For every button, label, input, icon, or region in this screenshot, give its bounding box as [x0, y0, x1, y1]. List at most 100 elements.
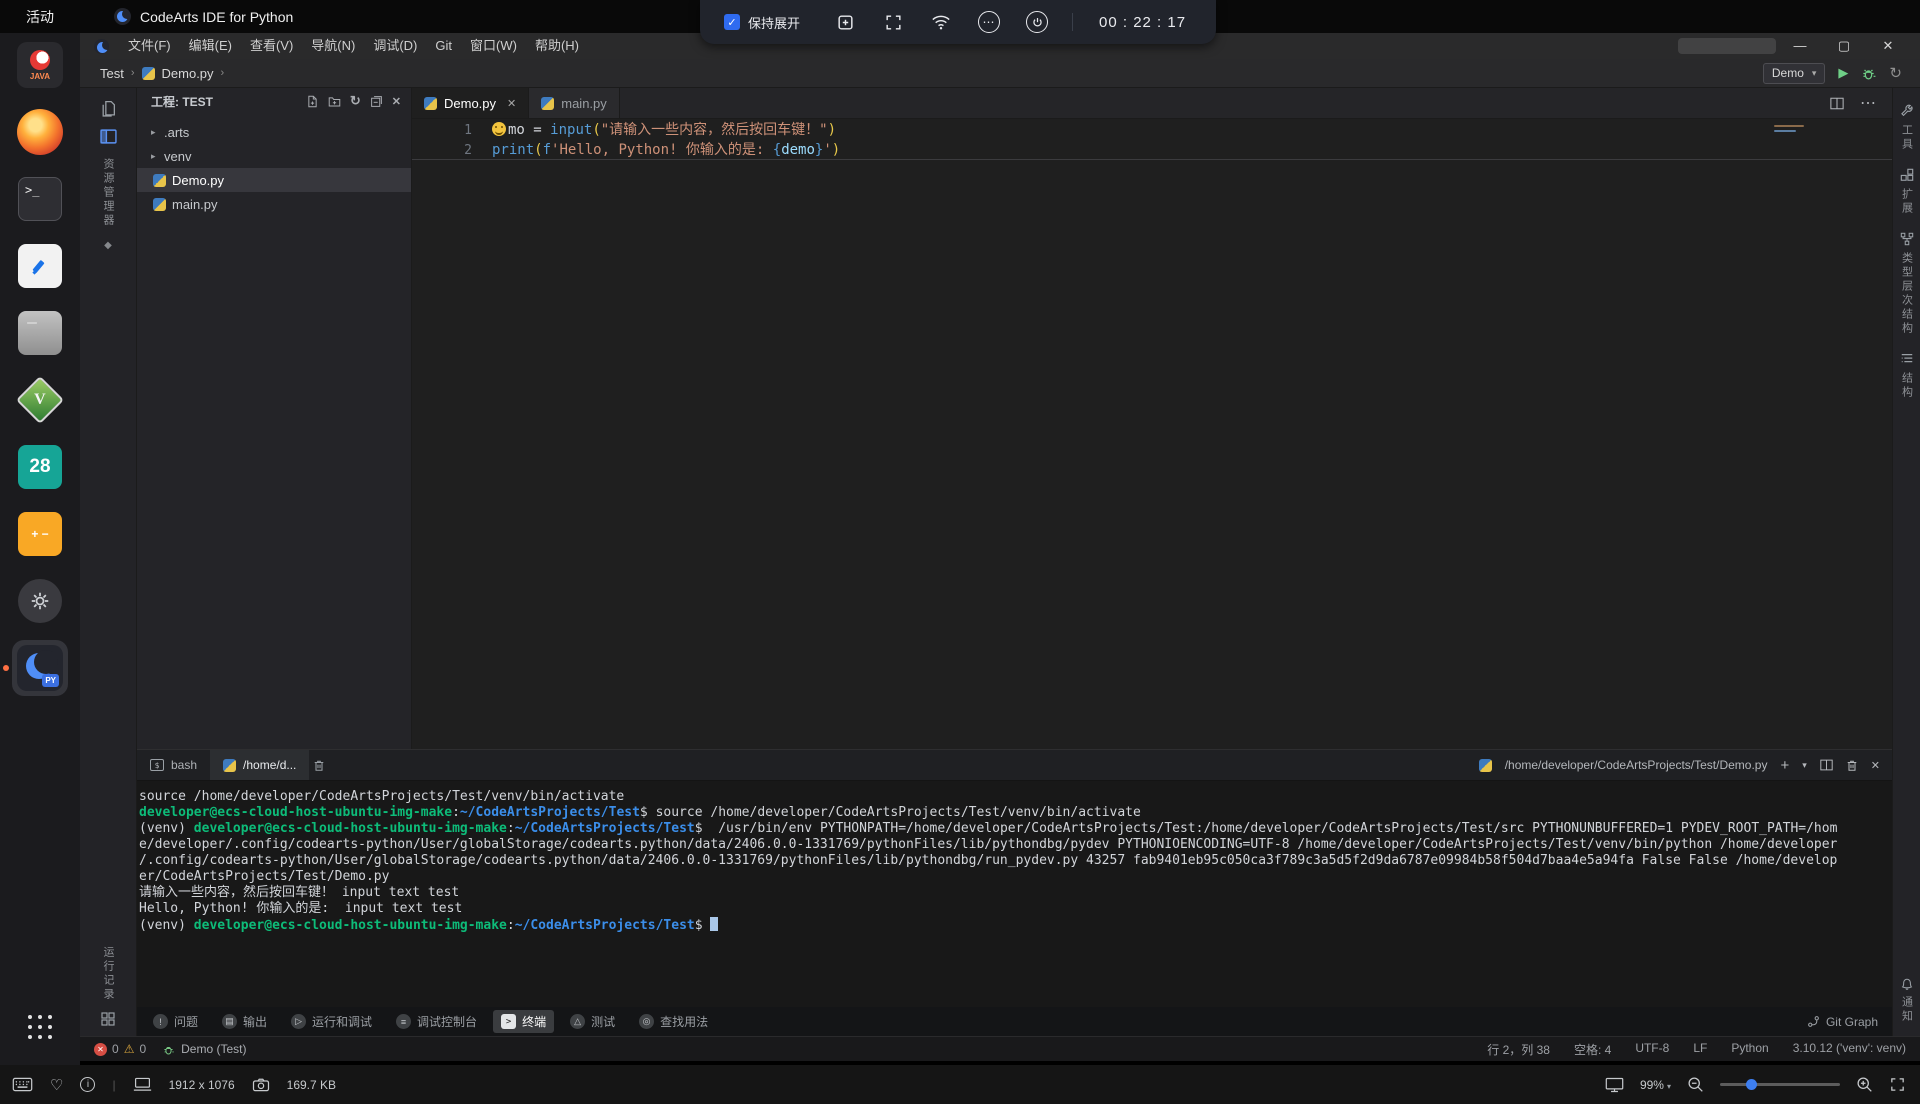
breadcrumb-file[interactable]: Demo.py — [162, 66, 214, 81]
fullscreen-icon[interactable] — [882, 11, 904, 33]
fullscreen-toggle-icon[interactable] — [1889, 1076, 1906, 1093]
menu-item[interactable]: 编辑(E) — [180, 33, 241, 59]
rail-tab-structure[interactable]: 结构 — [1900, 352, 1914, 400]
info-icon[interactable]: i — [80, 1077, 95, 1092]
status-segment[interactable]: 空格: 4 — [1574, 1041, 1611, 1058]
more-actions-icon[interactable]: ⋯ — [1860, 93, 1876, 113]
panel-tab-run-debug[interactable]: ▷运行和调试 — [283, 1010, 380, 1033]
status-segment[interactable]: LF — [1693, 1041, 1707, 1058]
close-tab-icon[interactable]: ✕ — [507, 97, 516, 110]
status-segment[interactable]: Python — [1731, 1041, 1768, 1058]
run-target-status[interactable]: Demo (Test) — [162, 1042, 246, 1056]
rail-tab-explorer[interactable]: 资源管理器 — [101, 158, 115, 228]
panel-tab-problems[interactable]: !问题 — [145, 1010, 206, 1033]
rail-tab-type-hierarchy[interactable]: 类型层次结构 — [1900, 232, 1914, 336]
zoom-slider-thumb[interactable] — [1746, 1079, 1757, 1090]
terminal-tab-python[interactable]: /home/d... — [210, 750, 309, 780]
new-terminal-icon[interactable]: + — [1780, 757, 1789, 774]
panel-tab-label: 问题 — [174, 1013, 198, 1030]
zoom-slider[interactable] — [1720, 1083, 1840, 1086]
dock-item-terminal[interactable]: >_ — [12, 171, 68, 227]
dock-item-archive-manager[interactable] — [12, 305, 68, 361]
close-panel-icon[interactable]: ✕ — [392, 95, 401, 108]
terminal-output[interactable]: source /home/developer/CodeArtsProjects/… — [137, 781, 1892, 1007]
trash-icon[interactable] — [1846, 759, 1858, 772]
run-config-select[interactable]: Demo ▾ — [1763, 63, 1826, 84]
terminal-dropdown-icon[interactable]: ▾ — [1802, 760, 1807, 771]
menu-item[interactable]: 导航(N) — [302, 33, 364, 59]
diamond-icon[interactable]: ◆ — [104, 240, 112, 251]
debug-button[interactable] — [1861, 66, 1876, 81]
dock-item-vim[interactable]: V — [12, 372, 68, 428]
tree-item-demo-py[interactable]: Demo.py — [137, 168, 411, 192]
dock-item-settings[interactable] — [12, 573, 68, 629]
show-applications-icon[interactable] — [28, 1015, 52, 1039]
split-terminal-icon[interactable] — [1820, 759, 1833, 771]
collapse-all-icon[interactable] — [370, 95, 383, 108]
rail-tab-notifications[interactable]: 通知 — [1900, 976, 1914, 1024]
menu-item[interactable]: 帮助(H) — [526, 33, 588, 59]
display-icon[interactable] — [1605, 1077, 1624, 1093]
network-wifi-icon[interactable] — [930, 11, 952, 33]
status-segment[interactable]: 3.10.12 ('venv': venv) — [1793, 1041, 1906, 1058]
status-segment[interactable]: 行 2，列 38 — [1487, 1041, 1550, 1058]
rail-tab-tools[interactable]: 工具 — [1900, 104, 1914, 152]
favorite-heart-icon[interactable]: ♡ — [50, 1076, 63, 1094]
new-file-icon[interactable] — [306, 95, 319, 108]
breadcrumb-project[interactable]: Test — [100, 66, 124, 81]
new-folder-icon[interactable] — [328, 95, 341, 108]
close-button[interactable]: ✕ — [1866, 33, 1910, 59]
explorer-files-icon[interactable] — [100, 100, 117, 117]
tree-item-venv[interactable]: ▸ venv — [137, 144, 411, 168]
tree-item-main-py[interactable]: main.py — [137, 192, 411, 216]
screenshot-icon[interactable] — [834, 11, 856, 33]
grid-icon[interactable] — [101, 1012, 115, 1026]
kill-terminal-icon[interactable] — [313, 759, 325, 772]
menu-item[interactable]: 查看(V) — [241, 33, 302, 59]
restart-button[interactable]: ↻ — [1889, 64, 1902, 82]
minimize-button[interactable]: — — [1778, 33, 1822, 59]
panel-tab-find-usages[interactable]: ◎查找用法 — [631, 1010, 716, 1033]
run-button[interactable]: ▶ — [1838, 65, 1848, 81]
dock-item-codearts-java[interactable]: JAVA — [12, 37, 68, 93]
power-icon[interactable] — [1026, 11, 1048, 33]
panel-tab-debug-console[interactable]: ≡调试控制台 — [388, 1010, 485, 1033]
menu-item[interactable]: 文件(F) — [119, 33, 180, 59]
keyboard-icon[interactable] — [12, 1077, 33, 1092]
status-segment[interactable]: UTF-8 — [1635, 1041, 1669, 1058]
menu-item[interactable]: Git — [426, 33, 461, 59]
rail-tab-run-history[interactable]: 运行记录 — [101, 946, 115, 1002]
zoom-level-select[interactable]: 99%▾ — [1640, 1078, 1671, 1092]
tab-demo-py[interactable]: Demo.py ✕ — [412, 88, 529, 118]
panel-tab-terminal[interactable]: >终端 — [493, 1010, 554, 1033]
split-editor-icon[interactable] — [1830, 97, 1844, 110]
problems-status[interactable]: ✕ 0 ⚠ 0 — [94, 1042, 146, 1056]
git-graph-button[interactable]: Git Graph — [1807, 1015, 1892, 1029]
more-options-icon[interactable]: ⋯ — [978, 11, 1000, 33]
code-editor[interactable]: 1mo = input("请输入一些内容，然后按回车键！")2print(f'H… — [412, 119, 1892, 749]
dock-item-text-editor[interactable] — [12, 238, 68, 294]
tree-item-arts[interactable]: ▸ .arts — [137, 120, 411, 144]
screenshot-camera-icon[interactable] — [252, 1077, 270, 1092]
zoom-level-value: 99% — [1640, 1078, 1664, 1092]
menu-item[interactable]: 调试(D) — [364, 33, 426, 59]
terminal-tab-bash[interactable]: $ bash — [137, 750, 210, 780]
menu-item[interactable]: 窗口(W) — [461, 33, 526, 59]
dock-item-calculator[interactable]: + − — [12, 506, 68, 562]
zoom-out-icon[interactable] — [1687, 1076, 1704, 1093]
activities-button[interactable]: 活动 — [26, 7, 54, 27]
dock-item-calendar[interactable]: 28 — [12, 439, 68, 495]
maximize-button[interactable]: ▢ — [1822, 33, 1866, 59]
dock-item-codearts-python[interactable]: PY — [12, 640, 68, 696]
panel-tab-test[interactable]: △测试 — [562, 1010, 623, 1033]
side-panel-icon[interactable] — [100, 129, 117, 144]
keep-expanded-checkbox[interactable]: ✓ — [724, 14, 740, 30]
rail-tab-extensions[interactable]: 扩展 — [1900, 168, 1914, 216]
panel-tab-output[interactable]: ▤输出 — [214, 1010, 275, 1033]
tab-main-py[interactable]: main.py — [529, 88, 620, 118]
code-line: 2print(f'Hello, Python! 你输入的是: {demo}') — [412, 141, 1892, 161]
close-panel-icon[interactable]: ✕ — [1871, 759, 1880, 772]
zoom-in-icon[interactable] — [1856, 1076, 1873, 1093]
dock-item-firefox[interactable] — [12, 104, 68, 160]
refresh-icon[interactable]: ↻ — [350, 93, 361, 109]
